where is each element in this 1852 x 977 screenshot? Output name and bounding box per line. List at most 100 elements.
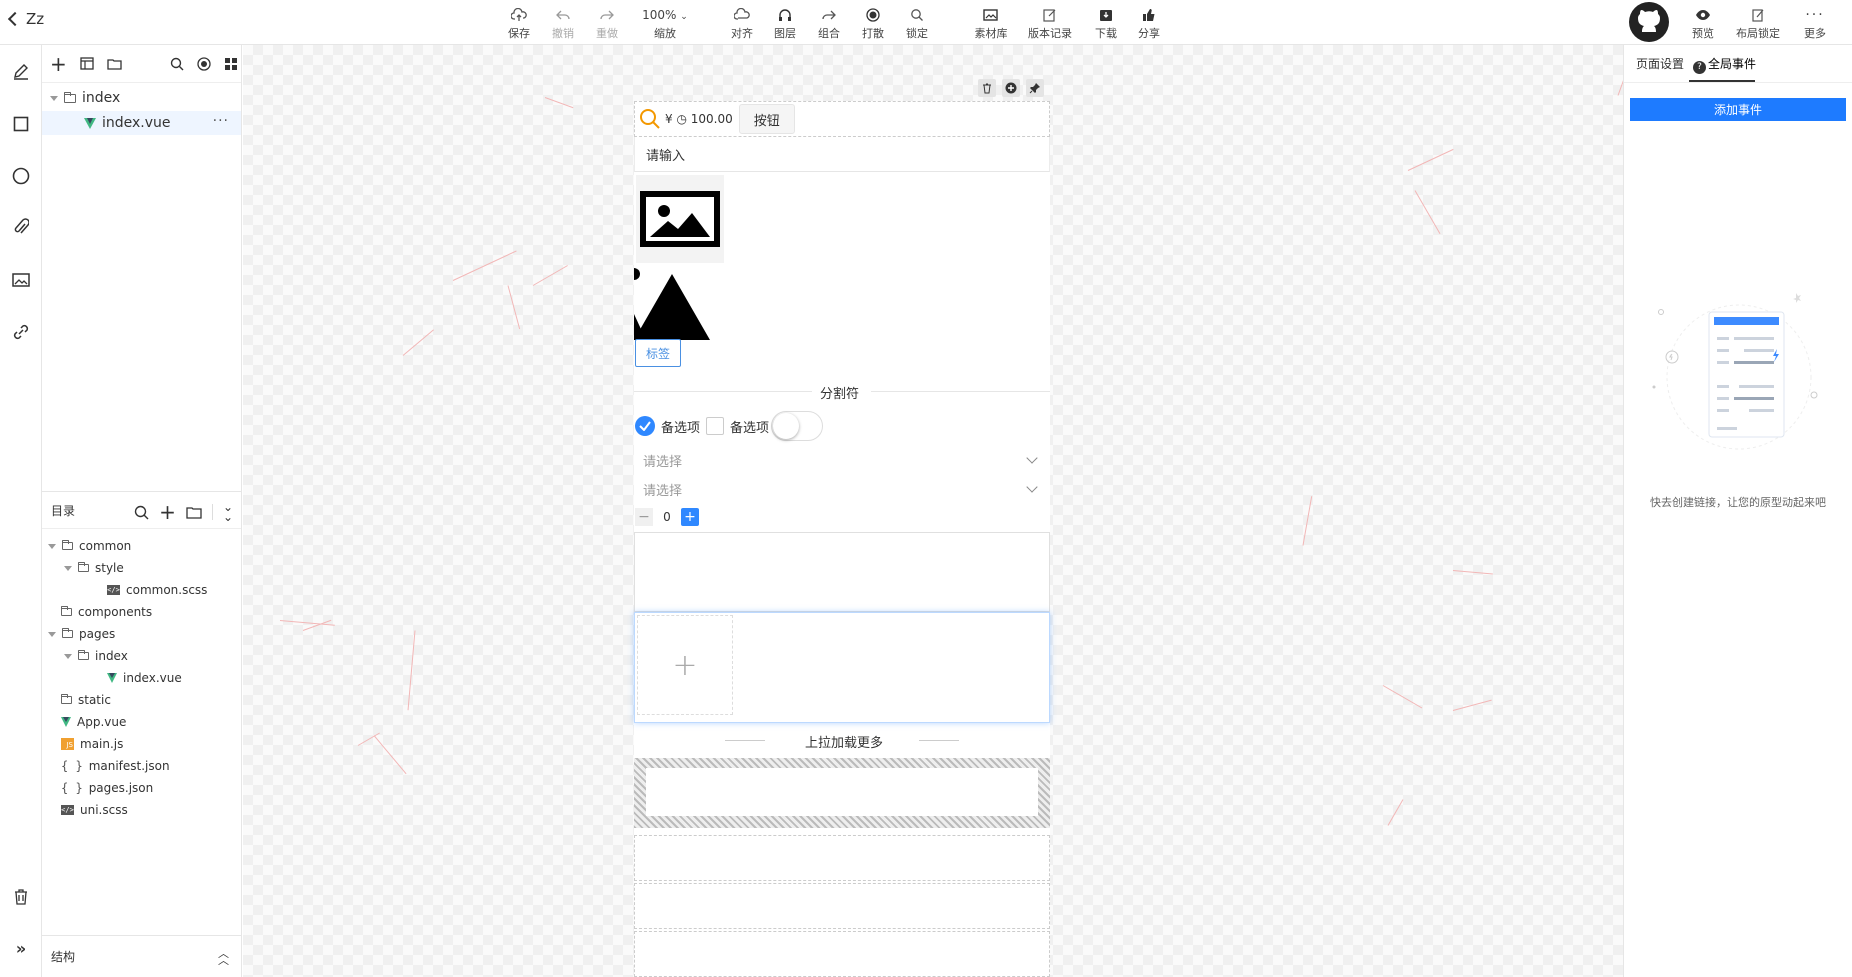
option1-label: 备选项: [661, 420, 701, 436]
preview-button[interactable]: 预览: [1681, 6, 1725, 41]
align-button[interactable]: 对齐: [720, 6, 764, 41]
grid-icon[interactable]: [224, 57, 238, 71]
left-panel: + index index.vue ··· 目录 + ⌄ ⌄ common styl…: [42, 45, 242, 977]
chevron-up-icon[interactable]: ︿ ︿: [218, 948, 229, 966]
help-icon: ?: [1693, 60, 1706, 74]
back-button[interactable]: Zz: [7, 10, 44, 28]
empty-container[interactable]: [634, 835, 1050, 881]
zoom-dropdown[interactable]: 100% ⌄ 缩放: [640, 6, 690, 41]
more-icon[interactable]: ···: [213, 114, 229, 128]
layout-lock-button[interactable]: 布局锁定: [1731, 6, 1785, 41]
directory-item-app-vue[interactable]: App.vue: [42, 711, 241, 733]
collapse-all-icon[interactable]: ⌄ ⌄: [223, 501, 233, 523]
vue-icon: [61, 717, 71, 727]
select-2[interactable]: 请选择: [634, 472, 1050, 506]
toggle-switch[interactable]: [771, 411, 824, 441]
caret-down-icon: [64, 653, 72, 659]
primary-button[interactable]: 按钮: [738, 104, 795, 134]
code-file-icon: </>: [107, 585, 120, 595]
pin-icon[interactable]: [1026, 79, 1044, 97]
directory-item-style[interactable]: style: [42, 557, 241, 579]
pencil-icon[interactable]: [11, 62, 31, 82]
tree-file-index-vue[interactable]: index.vue ···: [42, 111, 241, 135]
scatter-button[interactable]: 打散: [851, 6, 895, 41]
image-cropped[interactable]: [634, 264, 710, 340]
decor-line: [532, 265, 568, 286]
directory-item-pages[interactable]: pages: [42, 623, 241, 645]
checkbox-checked[interactable]: [635, 416, 655, 436]
rectangle-icon[interactable]: [11, 114, 31, 134]
tag-label[interactable]: 标签: [635, 339, 681, 367]
tab-global-events[interactable]: ? 全局事件: [1693, 55, 1756, 74]
textarea[interactable]: [634, 532, 1050, 612]
empty-container[interactable]: [634, 883, 1050, 929]
directory-item-components[interactable]: components: [42, 601, 241, 623]
directory-item-main-js[interactable]: JS main.js: [42, 733, 241, 755]
image-placeholder[interactable]: [636, 175, 724, 263]
save-button[interactable]: 保存: [497, 6, 541, 41]
directory-item-pages-json[interactable]: { } pages.json: [42, 777, 241, 799]
directory-item-manifest-json[interactable]: { } manifest.json: [42, 755, 241, 777]
decor-line: [507, 285, 521, 330]
structure-panel-header[interactable]: 结构 ︿ ︿: [42, 935, 241, 977]
top-toolbar: Zz 保存 撤销 重做 100% ⌄ 缩放 对齐 图层 组合 打散 锁定 素材库: [0, 0, 1852, 45]
undo-button[interactable]: 撤销: [541, 6, 585, 41]
paperclip-icon[interactable]: [11, 218, 31, 238]
target-icon[interactable]: [197, 56, 211, 71]
more-button[interactable]: ··· 更多: [1793, 6, 1837, 41]
github-avatar[interactable]: [1629, 2, 1669, 42]
add-icon[interactable]: +: [50, 54, 67, 74]
trash-icon[interactable]: [978, 79, 996, 97]
image-icon[interactable]: [11, 270, 31, 290]
tree-folder-index[interactable]: index: [42, 86, 241, 110]
directory-item-common[interactable]: common: [42, 535, 241, 557]
upload-add-button[interactable]: +: [637, 615, 733, 715]
redo-button[interactable]: 重做: [585, 6, 629, 41]
tab-page-settings[interactable]: 页面设置: [1636, 55, 1684, 72]
folder-icon: [78, 562, 89, 572]
directory-item-static[interactable]: static: [42, 689, 241, 711]
group-button[interactable]: 组合: [807, 6, 851, 41]
text-input[interactable]: 请输入: [634, 137, 1050, 172]
directory-item-index[interactable]: index: [42, 645, 241, 667]
mountain-icon: [634, 268, 710, 340]
directory-item-common-scss[interactable]: </> common.scss: [42, 579, 241, 601]
search-icon[interactable]: [134, 505, 149, 520]
striped-container[interactable]: [634, 758, 1050, 828]
upload-block-selected[interactable]: +: [634, 612, 1050, 723]
folder-add-icon[interactable]: [186, 506, 202, 519]
history-button[interactable]: 版本记录: [1024, 6, 1076, 41]
folder-add-icon[interactable]: [107, 58, 122, 70]
lock-button[interactable]: 锁定: [895, 6, 939, 41]
thumbs-up-icon: [1127, 6, 1171, 24]
checkbox-unchecked[interactable]: [706, 417, 725, 435]
add-icon[interactable]: +: [159, 502, 176, 522]
decor-line: [1387, 799, 1404, 826]
layer-button[interactable]: 图层: [763, 6, 807, 41]
search-icon[interactable]: [170, 57, 184, 71]
stepper-plus-button[interactable]: +: [681, 508, 699, 526]
add-event-button[interactable]: 添加事件: [1630, 98, 1846, 121]
stepper-minus-button[interactable]: −: [635, 508, 653, 526]
assets-button[interactable]: 素材库: [966, 6, 1016, 41]
directory-item-index-vue[interactable]: index.vue: [42, 667, 241, 689]
directory-header: 目录 + ⌄ ⌄: [42, 491, 241, 529]
undo-icon: [541, 6, 585, 24]
layout-icon[interactable]: [80, 57, 94, 70]
component-icon-bar: »: [0, 45, 42, 977]
expand-icon[interactable]: »: [11, 938, 31, 958]
headphones-icon: [763, 6, 807, 24]
phone-page[interactable]: ¥ ◷ 100.00 按钮 请输入 标签 分割符 备选项 备选项 请选择 请选择…: [634, 101, 1050, 977]
search-icon[interactable]: [639, 108, 661, 130]
empty-container[interactable]: [634, 931, 1050, 977]
directory-item-uni-scss[interactable]: </> uni.scss: [42, 799, 241, 821]
design-canvas[interactable]: ¥ ◷ 100.00 按钮 请输入 标签 分割符 备选项 备选项 请选择 请选择…: [243, 45, 1623, 977]
add-circle-icon[interactable]: [1002, 79, 1020, 97]
stepper-value[interactable]: 0: [653, 510, 681, 524]
trash-icon[interactable]: [11, 887, 31, 907]
record-icon: [851, 6, 895, 24]
download-button[interactable]: 下载: [1084, 6, 1128, 41]
share-button[interactable]: 分享: [1127, 6, 1171, 41]
circle-icon[interactable]: [11, 166, 31, 186]
link-icon[interactable]: [11, 322, 31, 342]
